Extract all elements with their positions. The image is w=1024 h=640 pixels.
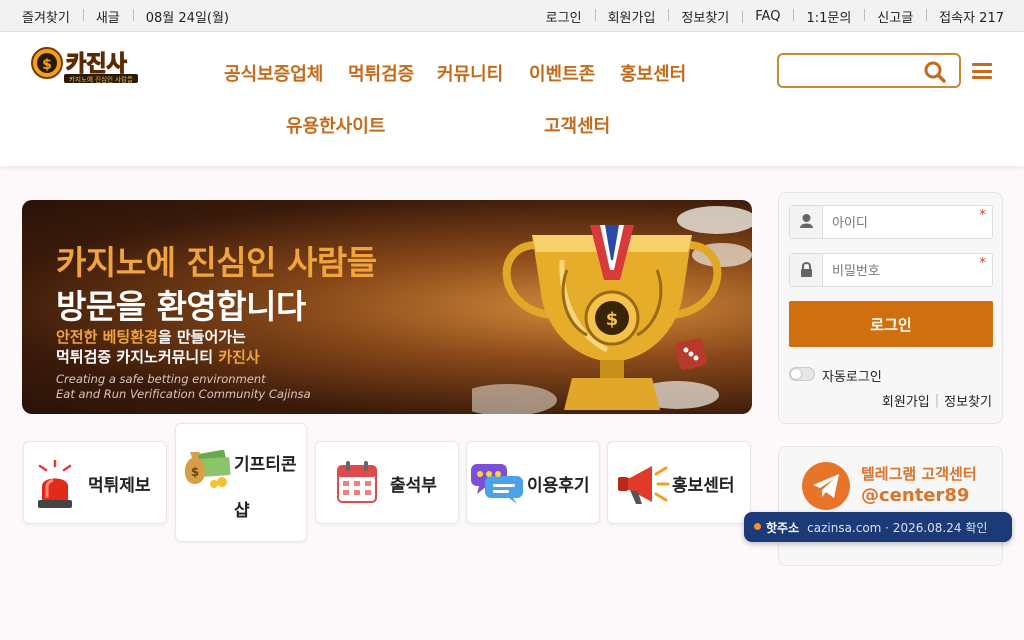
banner-highlight-1: 안전한 베팅환경 [56, 328, 158, 346]
quick-promotion-label: 홍보센터 [672, 476, 735, 496]
login-panel: * * 로그인 자동로그인 회원가입 | 정보찾기 [778, 192, 1003, 424]
quick-promotion[interactable]: 홍보센터 [607, 441, 751, 524]
telegram-support-panel[interactable]: 텔레그램 고객센터 @center89 [778, 446, 1003, 566]
account-links: 회원가입 | 정보찾기 [882, 391, 992, 410]
banner-subtext-2: 먹튀검증 카지노커뮤니티 [56, 348, 219, 366]
main-header: $ 카진사 카지노에 진심인 사람들 공식보증업체 먹튀검증 커뮤니티 이벤트존… [0, 32, 1024, 166]
telegram-handle[interactable]: @center89 [861, 485, 969, 506]
quick-gifticon-shop[interactable]: $ 기프티콘 샵 [175, 423, 307, 542]
svg-text:$: $ [191, 465, 199, 479]
top-bar-right: 로그인 회원가입 정보찾기 FAQ 1:1문의 신고글 접속자 217 [533, 0, 1004, 32]
username-field: * [789, 205, 993, 239]
user-icon [800, 214, 813, 228]
banner-subtext-1: 을 만들어가는 [157, 328, 246, 346]
logo-tagline: 카지노에 진심인 사람들 [69, 75, 133, 84]
search-input[interactable] [787, 59, 917, 83]
logo-text: 카진사 [66, 52, 127, 77]
username-input[interactable] [832, 213, 972, 231]
required-mark: * [979, 256, 987, 271]
hero-banner[interactable]: 카지노에 진심인 사람들 방문을 환영합니다 안전한 베팅환경을 만들어가는 먹… [22, 200, 752, 414]
telegram-title: 텔레그램 고객센터 [861, 465, 977, 483]
today-date: 08월 24일(월) [132, 7, 242, 26]
quick-attendance[interactable]: 출석부 [315, 441, 459, 524]
faq-link[interactable]: FAQ [742, 9, 793, 24]
search-icon[interactable] [923, 60, 947, 84]
site-logo[interactable]: $ 카진사 카지노에 진심인 사람들 [30, 42, 142, 84]
banner-english-1: Creating a safe betting environment [56, 372, 266, 386]
quick-scam-report[interactable]: 먹튀제보 [23, 441, 167, 524]
banner-subline-2: 먹튀검증 카지노커뮤니티 카진사 [56, 346, 260, 367]
nav-promotion-center[interactable]: 홍보센터 [620, 60, 686, 86]
siren-icon [38, 460, 72, 508]
find-info-link-panel[interactable]: 정보찾기 [944, 391, 992, 410]
quick-reviews[interactable]: 이용후기 [466, 441, 600, 524]
telegram-icon [802, 462, 850, 510]
hamburger-menu-icon[interactable] [972, 63, 992, 79]
banner-highlight-2: 카진사 [218, 348, 260, 366]
notice-key: 핫주소 [766, 520, 800, 535]
login-button[interactable]: 로그인 [789, 301, 993, 347]
svg-text:$: $ [42, 57, 52, 73]
search-box [777, 53, 961, 88]
find-info-link[interactable]: 정보찾기 [668, 7, 742, 26]
report-link[interactable]: 신고글 [864, 7, 926, 26]
banner-english-2: Eat and Run Verification Community Cajin… [56, 387, 311, 401]
visitor-count[interactable]: 접속자 217 [926, 7, 1004, 26]
notice-value: cazinsa.com · 2026.08.24 확인 [807, 520, 988, 535]
new-posts-link[interactable]: 새글 [82, 7, 133, 26]
auto-login-label[interactable]: 자동로그인 [822, 366, 882, 385]
nav-event-zone[interactable]: 이벤트존 [529, 60, 595, 86]
quick-attendance-label: 출석부 [390, 476, 437, 496]
signup-link[interactable]: 회원가입 [594, 7, 669, 26]
quick-gifticon-label-2: 샵 [234, 501, 250, 521]
calendar-icon [337, 461, 377, 503]
quick-scam-report-label: 먹튀제보 [88, 476, 151, 496]
nav-community[interactable]: 커뮤니티 [437, 60, 503, 86]
bookmark-link[interactable]: 즐겨찾기 [22, 7, 83, 26]
top-bar-left: 즐겨찾기 새글 08월 24일(월) [22, 0, 242, 32]
required-mark: * [979, 208, 987, 223]
quick-reviews-label: 이용후기 [527, 476, 590, 496]
banner-subline-1: 안전한 베팅환경을 만들어가는 [56, 326, 246, 347]
notice-dot-icon [754, 523, 761, 530]
inquiry-link[interactable]: 1:1문의 [793, 7, 864, 26]
nav-scam-verification[interactable]: 먹튀검증 [348, 60, 414, 86]
signup-link-panel[interactable]: 회원가입 [882, 391, 930, 410]
svg-text:$: $ [606, 309, 619, 330]
link-divider: | [934, 393, 940, 408]
top-utility-bar: 즐겨찾기 새글 08월 24일(월) 로그인 회원가입 정보찾기 FAQ 1:1… [0, 0, 1024, 32]
login-link[interactable]: 로그인 [533, 7, 595, 26]
banner-headline: 카지노에 진심인 사람들 [56, 243, 377, 282]
review-chat-icon [471, 464, 523, 504]
hot-address-notice[interactable]: 핫주소 cazinsa.com · 2026.08.24 확인 [744, 512, 1012, 542]
trophy-icon: $ [472, 206, 752, 414]
nav-useful-sites[interactable]: 유용한사이트 [286, 112, 385, 138]
password-input[interactable] [832, 261, 972, 279]
money-bag-icon: $ [184, 449, 231, 488]
nav-official-partners[interactable]: 공식보증업체 [224, 60, 323, 86]
megaphone-icon [618, 466, 670, 504]
auto-login-toggle[interactable] [789, 367, 815, 381]
quick-gifticon-label-1: 기프티콘 [234, 455, 297, 475]
lock-icon [801, 262, 812, 277]
nav-customer-center[interactable]: 고객센터 [544, 112, 610, 138]
banner-welcome: 방문을 환영합니다 [56, 287, 306, 326]
password-field: * [789, 253, 993, 287]
